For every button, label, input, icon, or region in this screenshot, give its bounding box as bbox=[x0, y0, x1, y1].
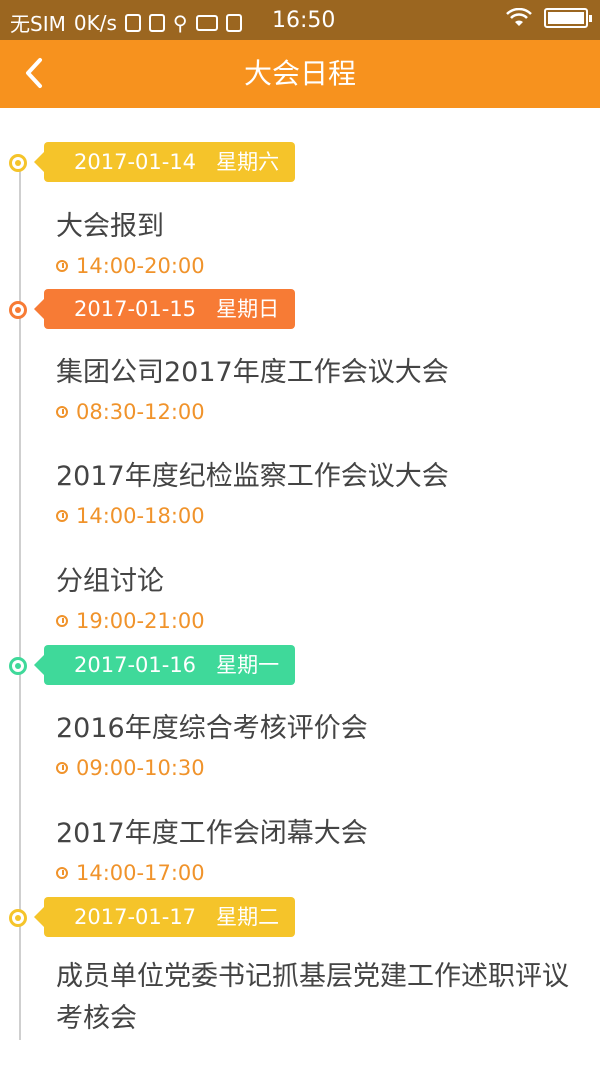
date-tag: 2017-01-15 星期日 bbox=[33, 289, 296, 329]
date-text: 2017-01-16 bbox=[74, 653, 197, 677]
event-title[interactable]: 2017年度工作会闭幕大会 bbox=[56, 811, 368, 850]
page-title: 大会日程 bbox=[243, 57, 356, 90]
status-bar: 无SIM 0K/s ⚲ 16:50 bbox=[0, 0, 600, 40]
network-speed: 0K/s bbox=[73, 10, 117, 35]
nav-bar: 大会日程 bbox=[0, 40, 600, 108]
date-tag: 2017-01-17 星期二 bbox=[33, 897, 296, 937]
usb-icon: ⚲ bbox=[172, 10, 188, 35]
schedule-list[interactable]: 2017-01-14 星期六 大会报到 14:00-20:00 2017-01-… bbox=[0, 108, 600, 1067]
status-time: 16:50 bbox=[272, 8, 336, 33]
battery-icon bbox=[544, 8, 592, 28]
weekday-text: 星期六 bbox=[216, 150, 280, 174]
timeline-line bbox=[19, 160, 21, 1040]
clock-icon bbox=[56, 867, 68, 879]
app-notification-icon bbox=[124, 13, 141, 32]
event-title[interactable]: 2017年度纪检监察工作会议大会 bbox=[56, 454, 449, 493]
event-time: 14:00-18:00 bbox=[56, 504, 205, 528]
weekday-text: 星期日 bbox=[216, 297, 280, 321]
date-tag: 2017-01-14 星期六 bbox=[33, 142, 296, 182]
event-time: 14:00-17:00 bbox=[56, 861, 205, 885]
clock-icon bbox=[56, 615, 68, 627]
date-text: 2017-01-15 bbox=[74, 297, 197, 321]
status-left: 无SIM 0K/s ⚲ bbox=[10, 8, 242, 37]
event-time: 14:00-20:00 bbox=[56, 254, 205, 278]
event-title[interactable]: 2016年度综合考核评价会 bbox=[56, 706, 368, 745]
event-time: 09:00-10:30 bbox=[56, 756, 205, 780]
clock-icon bbox=[56, 510, 68, 522]
weekday-text: 星期一 bbox=[216, 653, 280, 677]
date-tag: 2017-01-16 星期一 bbox=[33, 645, 296, 685]
clock-icon bbox=[56, 406, 68, 418]
date-text: 2017-01-17 bbox=[74, 905, 197, 929]
event-title[interactable]: 大会报到 bbox=[56, 204, 164, 243]
debug-icon bbox=[225, 13, 242, 32]
date-text: 2017-01-14 bbox=[74, 150, 197, 174]
clock-icon bbox=[56, 762, 68, 774]
timeline-dot bbox=[9, 909, 27, 927]
timeline-dot bbox=[9, 657, 27, 675]
weekday-text: 星期二 bbox=[216, 905, 280, 929]
check-icon bbox=[148, 13, 165, 32]
wifi-icon bbox=[506, 8, 532, 26]
timeline-dot bbox=[9, 154, 27, 172]
video-icon bbox=[195, 14, 218, 31]
timeline-dot bbox=[9, 301, 27, 319]
clock-icon bbox=[56, 260, 68, 272]
event-title[interactable]: 集团公司2017年度工作会议大会 bbox=[56, 350, 449, 389]
event-title[interactable]: 分组讨论 bbox=[56, 559, 164, 598]
event-title[interactable]: 成员单位党委书记抓基层党建工作述职评议考核会 bbox=[56, 956, 586, 1040]
carrier-text: 无SIM bbox=[10, 12, 66, 36]
status-right bbox=[506, 8, 592, 28]
event-time: 19:00-21:00 bbox=[56, 609, 205, 633]
event-time: 08:30-12:00 bbox=[56, 400, 205, 424]
